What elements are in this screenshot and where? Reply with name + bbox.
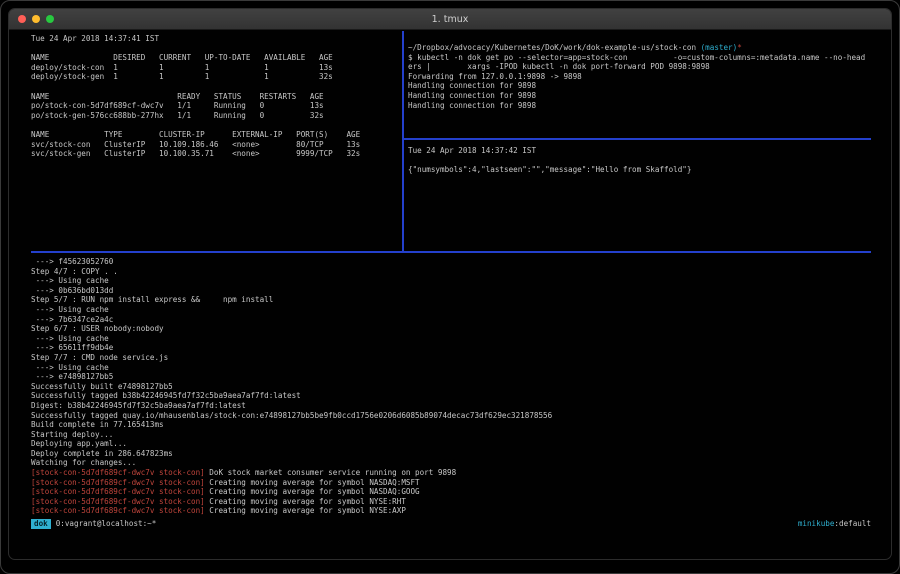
terminal-line: ---> 7b6347ce2a4c <box>31 315 871 325</box>
terminal-line: deploy/stock-gen 1 1 1 1 32s <box>31 72 402 82</box>
terminal-line: Handling connection for 9898 <box>408 101 871 111</box>
kube-context-namespace: :default <box>834 519 871 528</box>
kube-context-name: minikube <box>798 519 835 528</box>
terminal-line: Handling connection for 9898 <box>408 91 871 101</box>
terminal-line: ~/Dropbox/advocacy/Kubernetes/DoK/work/d… <box>408 43 871 53</box>
terminal-line <box>31 82 402 92</box>
terminal-line: Watching for changes... <box>31 458 871 468</box>
terminal-line: ---> Using cache <box>31 305 871 315</box>
terminal-line: Successfully built e74898127bb5 <box>31 382 871 392</box>
terminal-line: ---> e74898127bb5 <box>31 372 871 382</box>
terminal-line: [stock-con-5d7df689cf-dwc7v stock-con] C… <box>31 478 871 488</box>
terminal-line: [stock-con-5d7df689cf-dwc7v stock-con] C… <box>31 497 871 507</box>
terminal-line: Step 5/7 : RUN npm install express && np… <box>31 295 871 305</box>
terminal-line: Handling connection for 9898 <box>408 81 871 91</box>
terminal-line <box>408 156 871 166</box>
terminal-window: 1. tmux Tue 24 Apr 2018 14:37:41 IST NAM… <box>8 8 892 560</box>
session-name-badge[interactable]: dok <box>31 519 51 529</box>
terminal-line: po/stock-gen-576cc688bb-277hx 1/1 Runnin… <box>31 111 402 121</box>
window-titlebar[interactable]: 1. tmux <box>9 9 891 30</box>
terminal-line: Step 6/7 : USER nobody:nobody <box>31 324 871 334</box>
terminal-line: [stock-con-5d7df689cf-dwc7v stock-con] C… <box>31 487 871 497</box>
terminal-line: svc/stock-gen ClusterIP 10.100.35.71 <no… <box>31 149 402 159</box>
terminal-line: Deploy complete in 286.647823ms <box>31 449 871 459</box>
terminal-line: ---> Using cache <box>31 363 871 373</box>
terminal-line: Successfully tagged quay.io/mhausenblas/… <box>31 411 871 421</box>
terminal-line: $ kubectl -n dok get po --selector=app=s… <box>408 53 871 63</box>
terminal-line: NAME TYPE CLUSTER-IP EXTERNAL-IP PORT(S)… <box>31 130 402 140</box>
terminal-line: [stock-con-5d7df689cf-dwc7v stock-con] C… <box>31 506 871 516</box>
terminal-line: ---> 0b636bd013dd <box>31 286 871 296</box>
terminal-line: Tue 24 Apr 2018 14:37:42 IST <box>408 146 871 156</box>
terminal-line: Step 4/7 : COPY . . <box>31 267 871 277</box>
terminal-line: Build complete in 77.165413ms <box>31 420 871 430</box>
terminal-line: Starting deploy... <box>31 430 871 440</box>
zoom-button[interactable] <box>46 15 54 23</box>
terminal-line: Successfully tagged b38b42246945fd7f32c5… <box>31 391 871 401</box>
terminal-line: ---> 65611ff9db4e <box>31 343 871 353</box>
terminal-line: ---> Using cache <box>31 276 871 286</box>
pane-port-forward[interactable]: ~/Dropbox/advocacy/Kubernetes/DoK/work/d… <box>408 31 871 138</box>
terminal-line: po/stock-con-5d7df689cf-dwc7v 1/1 Runnin… <box>31 101 402 111</box>
pane-divider-vertical[interactable] <box>402 31 404 251</box>
terminal-line: Tue 24 Apr 2018 14:37:41 IST <box>31 34 402 44</box>
terminal-line <box>31 44 402 54</box>
window-title: 1. tmux <box>432 14 469 25</box>
terminal-line: [stock-con-5d7df689cf-dwc7v stock-con] D… <box>31 468 871 478</box>
tmux-status-bar: dok 0:vagrant@localhost:~* minikube:defa… <box>31 518 871 530</box>
window-controls <box>18 9 54 29</box>
terminal-line: Forwarding from 127.0.0.1:9898 -> 9898 <box>408 72 871 82</box>
close-button[interactable] <box>18 15 26 23</box>
terminal-line <box>31 120 402 130</box>
terminal-line: deploy/stock-con 1 1 1 1 13s <box>31 63 402 73</box>
terminal-line: ---> Using cache <box>31 334 871 344</box>
pane-kubectl-overview[interactable]: Tue 24 Apr 2018 14:37:41 IST NAME DESIRE… <box>31 31 402 251</box>
window-tab-label[interactable]: 0:vagrant@localhost:~* <box>56 519 157 529</box>
terminal-line: Step 7/7 : CMD node service.js <box>31 353 871 363</box>
minimize-button[interactable] <box>32 15 40 23</box>
terminal-line: Deploying app.yaml... <box>31 439 871 449</box>
pane-service-output[interactable]: Tue 24 Apr 2018 14:37:42 IST {"numsymbol… <box>408 140 871 251</box>
terminal-line: {"numsymbols":4,"lastseen":"","message":… <box>408 165 871 175</box>
terminal-line: Digest: b38b42246945fd7f32c5ba9aea7af7fd… <box>31 401 871 411</box>
pane-divider-horizontal[interactable] <box>31 251 871 253</box>
terminal-line: NAME READY STATUS RESTARTS AGE <box>31 92 402 102</box>
kube-context-indicator: minikube:default <box>798 519 871 529</box>
tmux-terminal: Tue 24 Apr 2018 14:37:41 IST NAME DESIRE… <box>31 31 871 559</box>
terminal-line: NAME DESIRED CURRENT UP-TO-DATE AVAILABL… <box>31 53 402 63</box>
terminal-line: ---> f45623052760 <box>31 257 871 267</box>
terminal-line: ers | xargs -IPOD kubectl -n dok port-fo… <box>408 62 871 72</box>
terminal-line: svc/stock-con ClusterIP 10.109.186.46 <n… <box>31 140 402 150</box>
pane-skaffold-log[interactable]: ---> f45623052760Step 4/7 : COPY . . ---… <box>31 255 871 517</box>
